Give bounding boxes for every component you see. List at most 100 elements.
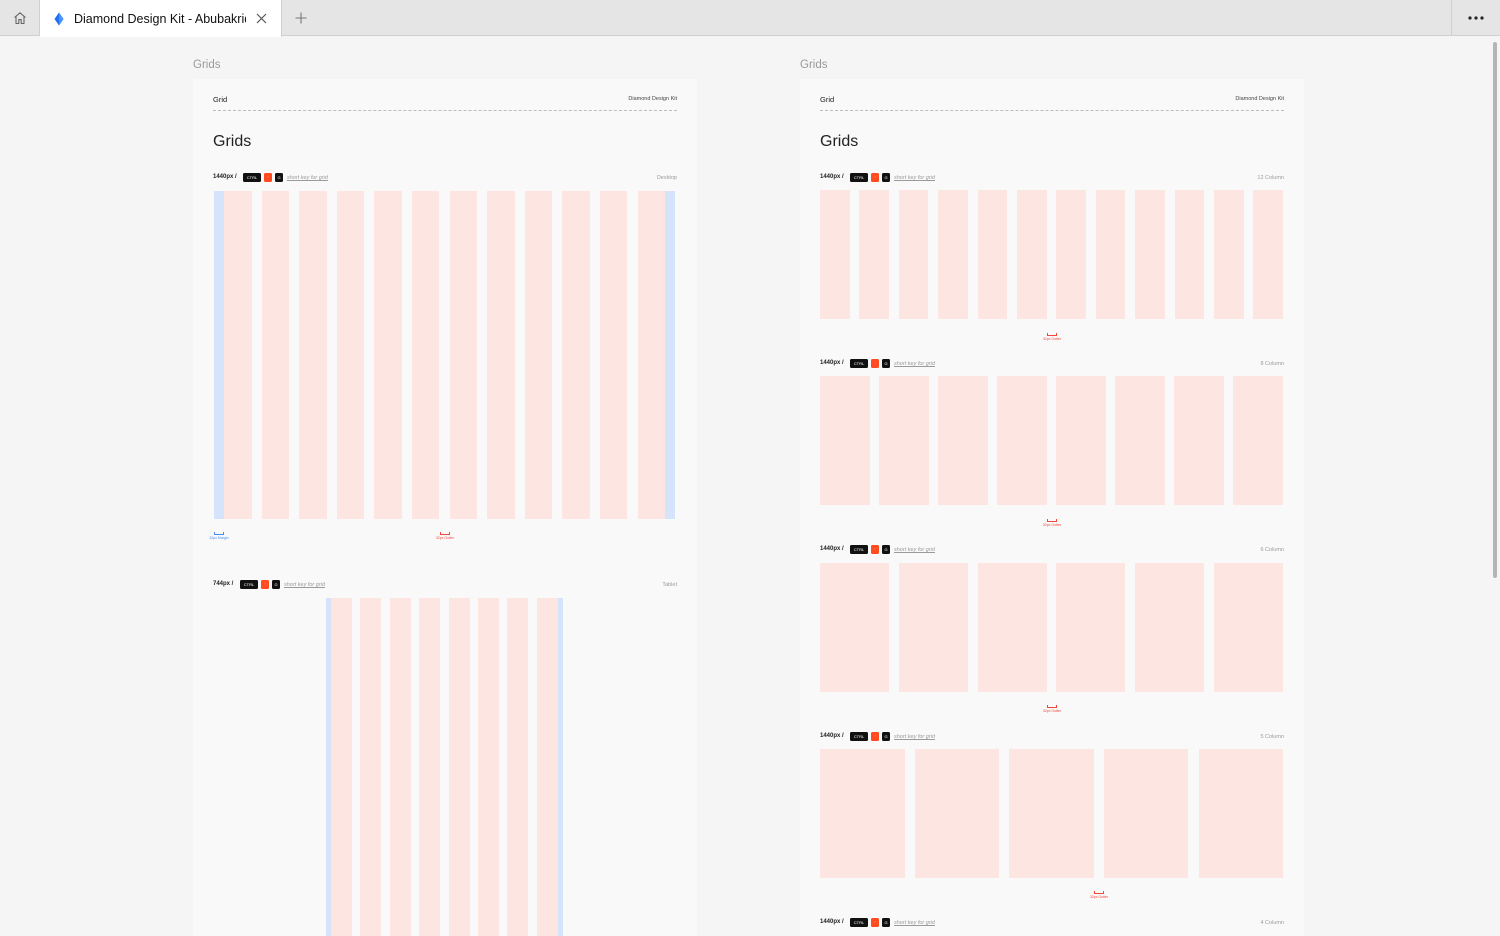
shortcut-hint: short key for grid xyxy=(284,582,325,588)
more-options-button[interactable] xyxy=(1451,0,1500,36)
grid-column xyxy=(1017,190,1047,319)
gutter-marker: 32px Gutter xyxy=(436,529,454,541)
gutter-marker-label: 32px Gutter xyxy=(1042,709,1062,713)
gutter-marker: 32px Gutter xyxy=(1090,888,1108,900)
key-ctrl: CTRL xyxy=(243,173,261,182)
frame-header-left: Grid xyxy=(820,95,835,104)
key-g: G xyxy=(272,580,280,589)
grid-column xyxy=(1233,376,1283,505)
grid-column xyxy=(879,376,929,505)
grid-column xyxy=(1056,190,1086,319)
close-tab-button[interactable] xyxy=(253,10,269,26)
tablet-grid xyxy=(326,598,565,936)
home-icon xyxy=(13,12,26,25)
grid-type-label: 12 Column xyxy=(1257,175,1284,181)
grid-column xyxy=(448,598,470,936)
margin-column xyxy=(665,191,676,519)
frame-grids-left[interactable]: Grid Diamond Design Kit Grids 1440px / C… xyxy=(193,79,697,936)
key-ctrl: CTRL xyxy=(850,359,868,368)
grid-column xyxy=(898,563,968,692)
grid-info-row: 1440px / CTRL ' G short key for grid 4 C… xyxy=(820,918,1284,928)
key-g: G xyxy=(275,173,283,182)
grid-column xyxy=(637,191,666,519)
shortcut-hint: short key for grid xyxy=(894,734,935,740)
key-ctrl: CTRL xyxy=(850,732,868,741)
key-g: G xyxy=(882,173,890,182)
margin-column xyxy=(214,191,224,519)
grid-column xyxy=(938,190,968,319)
vertical-scrollbar[interactable] xyxy=(1493,42,1497,578)
key-quote: ' xyxy=(871,732,879,741)
diamond-icon xyxy=(54,12,64,25)
more-horizontal-icon xyxy=(1468,16,1484,20)
grid-size-label: 1440px / xyxy=(213,174,237,180)
key-g: G xyxy=(882,359,890,368)
grid-column xyxy=(477,598,499,936)
gutter-marker: 32px Gutter xyxy=(1043,516,1061,528)
grid-type-label: Tablet xyxy=(662,582,677,588)
margin-column xyxy=(557,598,563,936)
shortcut-hint: short key for grid xyxy=(894,361,935,367)
gutter-marker-label: 32px Gutter xyxy=(1042,337,1062,341)
grid-info-row: 1440px / CTRL ' G short key for grid Des… xyxy=(213,173,677,183)
grid-column xyxy=(820,749,905,878)
shortcut-hint: short key for grid xyxy=(894,920,935,926)
tab-title: Diamond Design Kit - Abubakriqb xyxy=(74,11,246,26)
grid-column xyxy=(1174,376,1224,505)
grid-column xyxy=(820,563,889,692)
grid-column xyxy=(599,191,628,519)
grid-column xyxy=(1095,190,1126,319)
grid-column xyxy=(536,598,558,936)
frame-label[interactable]: Grids xyxy=(193,59,220,71)
tab-bar: Diamond Design Kit - Abubakriqb xyxy=(0,0,1500,37)
key-ctrl: CTRL xyxy=(850,545,868,554)
key-quote: ' xyxy=(264,173,272,182)
grid-column xyxy=(374,191,402,519)
frame-header: Grid Diamond Design Kit xyxy=(213,95,677,111)
grid-column xyxy=(1253,190,1283,319)
grid-column xyxy=(389,598,411,936)
grid-type-label: 4 Column xyxy=(1260,920,1284,926)
grid-column xyxy=(299,191,327,519)
gutter-marker-label: 32px Gutter xyxy=(435,536,455,540)
frame-header-right: Diamond Design Kit xyxy=(1235,96,1284,102)
grid-column xyxy=(914,749,1000,878)
grid-info-row: 744px / CTRL ' G short key for grid Tabl… xyxy=(213,580,677,590)
grid-size-label: 1440px / xyxy=(820,360,844,366)
shortcut-hint: short key for grid xyxy=(287,175,328,181)
frame-title: Grids xyxy=(213,133,252,150)
new-tab-button[interactable] xyxy=(291,8,311,28)
grid-column xyxy=(562,191,590,519)
key-g: G xyxy=(882,732,890,741)
grid-column xyxy=(1103,749,1189,878)
grid-6-column xyxy=(820,563,1283,692)
grid-column xyxy=(449,191,478,519)
grid-type-label: Desktop xyxy=(656,175,677,181)
gutter-marker: 32px Gutter xyxy=(1043,702,1061,714)
grid-size-label: 1440px / xyxy=(820,546,844,552)
grid-size-label: 1440px / xyxy=(820,919,844,925)
key-quote: ' xyxy=(871,545,879,554)
grid-column xyxy=(1213,563,1283,692)
key-quote: ' xyxy=(871,173,879,182)
grid-column xyxy=(977,190,1008,319)
grid-column xyxy=(938,376,988,505)
grid-column xyxy=(411,191,440,519)
key-quote: ' xyxy=(871,918,879,927)
margin-marker-label: 32px Margin xyxy=(209,536,229,540)
grid-type-label: 8 Column xyxy=(1260,361,1284,367)
grid-type-label: 6 Column xyxy=(1260,547,1284,553)
home-button[interactable] xyxy=(0,0,40,36)
frame-header: Grid Diamond Design Kit xyxy=(820,95,1284,111)
grid-column xyxy=(524,191,553,519)
grid-column xyxy=(336,191,365,519)
grid-info-row: 1440px / CTRL ' G short key for grid 6 C… xyxy=(820,545,1284,555)
grid-column xyxy=(997,376,1047,505)
key-g: G xyxy=(882,545,890,554)
frame-grids-right[interactable]: Grid Diamond Design Kit Grids 1440px / C… xyxy=(800,79,1304,936)
grid-size-label: 1440px / xyxy=(820,174,844,180)
key-ctrl: CTRL xyxy=(850,918,868,927)
frame-label[interactable]: Grids xyxy=(800,59,827,71)
tab-active-file[interactable]: Diamond Design Kit - Abubakriqb xyxy=(40,0,282,37)
gutter-marker-label: 32px Gutter xyxy=(1042,523,1062,527)
